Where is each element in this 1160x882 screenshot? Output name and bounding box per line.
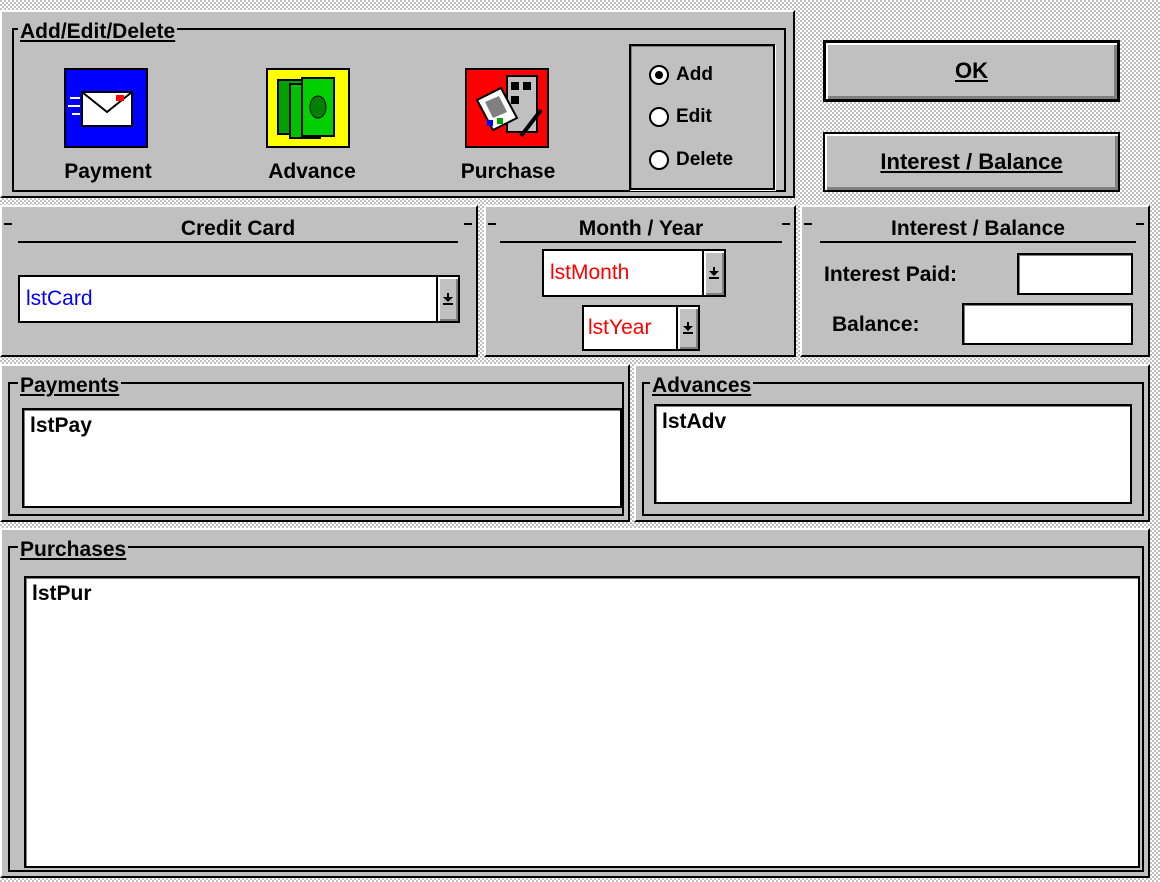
ok-button-label: OK <box>955 58 988 83</box>
credit-card-corner-left <box>4 223 12 225</box>
chevron-down-icon[interactable] <box>436 277 458 321</box>
interest-balance-button-label: Interest / Balance <box>880 149 1063 174</box>
payments-legend: Payments <box>18 374 122 398</box>
radio-add[interactable]: Add <box>649 64 713 86</box>
purchase-terminal-icon <box>475 75 543 138</box>
chevron-down-icon[interactable] <box>676 307 698 349</box>
month-combobox[interactable]: lstMonth <box>542 249 726 297</box>
payment-envelope-icon <box>68 91 133 127</box>
month-year-rule <box>500 241 782 243</box>
credit-card-value: lstCard <box>26 287 93 310</box>
purchase-icon-button[interactable] <box>465 68 549 148</box>
radio-delete-label: Delete <box>676 149 734 170</box>
month-value: lstMonth <box>550 261 630 284</box>
payment-icon-button[interactable] <box>64 68 148 148</box>
radio-edit-label: Edit <box>676 106 712 127</box>
payments-panel: Payments lstPay <box>0 364 630 522</box>
advance-icon-button[interactable] <box>266 68 350 148</box>
radio-add-indicator <box>649 65 669 85</box>
month-year-panel: Month / Year lstMonth lstYear <box>484 205 796 357</box>
month-year-corner-left <box>488 223 496 225</box>
balance-label: Balance: <box>832 313 920 336</box>
interest-balance-rule <box>820 241 1136 243</box>
advances-panel: Advances lstAdv <box>634 364 1150 522</box>
interest-balance-legend: Interest / Balance <box>820 217 1136 241</box>
ok-button[interactable]: OK <box>823 40 1120 102</box>
add-edit-delete-panel: Add/Edit/Delete Payment Advance Purchase… <box>0 10 795 198</box>
radio-delete[interactable]: Delete <box>649 149 733 171</box>
interest-paid-field[interactable] <box>1017 253 1133 295</box>
radio-edit[interactable]: Edit <box>649 106 712 128</box>
balance-field[interactable] <box>962 303 1133 345</box>
interest-paid-label: Interest Paid: <box>824 263 958 286</box>
payments-listbox[interactable]: lstPay <box>22 408 622 508</box>
year-combobox[interactable]: lstYear <box>582 305 700 351</box>
credit-card-panel: Credit Card lstCard <box>0 205 478 357</box>
purchases-list-item[interactable]: lstPur <box>32 582 92 605</box>
purchases-legend: Purchases <box>18 538 129 562</box>
interest-balance-corner-left <box>804 223 812 225</box>
credit-card-combobox[interactable]: lstCard <box>18 275 460 323</box>
payments-list-item[interactable]: lstPay <box>30 414 92 437</box>
payment-label: Payment <box>64 160 152 183</box>
advances-legend: Advances <box>650 374 754 398</box>
interest-balance-corner-right <box>1136 223 1144 225</box>
radio-delete-indicator <box>649 150 669 170</box>
radio-add-label: Add <box>676 64 713 85</box>
advances-listbox[interactable]: lstAdv <box>654 404 1132 504</box>
month-year-corner-right <box>782 223 790 225</box>
interest-balance-button[interactable]: Interest / Balance <box>823 132 1120 192</box>
radio-edit-indicator <box>649 107 669 127</box>
credit-card-legend: Credit Card <box>18 217 458 241</box>
interest-balance-panel: Interest / Balance Interest Paid: Balanc… <box>800 205 1150 357</box>
credit-card-corner-right <box>464 223 472 225</box>
advances-list-item[interactable]: lstAdv <box>662 410 726 433</box>
chevron-down-icon[interactable] <box>702 251 724 295</box>
purchases-panel: Purchases lstPur <box>0 528 1150 878</box>
purchase-label: Purchase <box>460 160 556 183</box>
purchases-listbox[interactable]: lstPur <box>24 576 1140 868</box>
add-edit-delete-legend: Add/Edit/Delete <box>18 20 178 44</box>
month-year-legend: Month / Year <box>500 217 782 241</box>
money-advance-icon <box>277 77 335 139</box>
advance-label: Advance <box>268 160 356 183</box>
credit-card-rule <box>18 241 458 243</box>
year-value: lstYear <box>588 316 652 339</box>
